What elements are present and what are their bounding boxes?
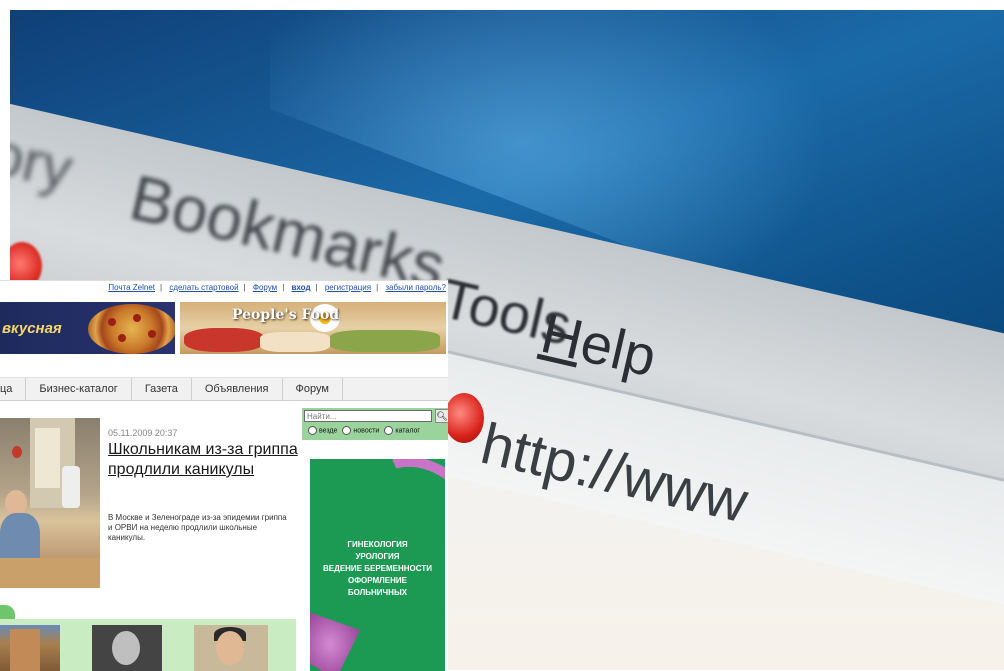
search-scope-everywhere[interactable]: везде	[308, 426, 337, 435]
link-login[interactable]: вход	[292, 283, 311, 292]
main-nav: ца Бизнес-каталог Газета Объявления Фору…	[0, 377, 448, 401]
ribbon-decoration	[361, 459, 445, 544]
banner-pizza[interactable]: вкусная	[0, 302, 175, 354]
search-scope-options: везде новости каталог	[308, 426, 448, 435]
thumbnail-portrait-2[interactable]	[194, 625, 268, 671]
section-tab[interactable]	[0, 605, 15, 619]
search-scope-catalog[interactable]: каталог	[384, 426, 420, 435]
search-icon[interactable]: 🔍︎	[435, 409, 448, 423]
medical-ad-banner[interactable]: ГИНЕКОЛОГИЯ УРОЛОГИЯ ВЕДЕНИЕ БЕРЕМЕННОСТ…	[310, 459, 445, 671]
pizza-image	[88, 304, 175, 354]
banner-logo-text: People's Food	[232, 307, 340, 323]
search-scope-news[interactable]: новости	[342, 426, 379, 435]
nav-item-newspaper[interactable]: Газета	[132, 378, 192, 400]
nav-item-forum[interactable]: Форум	[283, 378, 343, 400]
search-input[interactable]	[304, 410, 432, 422]
news-image[interactable]	[0, 418, 100, 588]
nav-item-ads[interactable]: Объявления	[192, 378, 283, 400]
search-panel: 🔍︎ везде новости каталог	[302, 408, 448, 440]
link-register[interactable]: регистрация	[325, 283, 371, 292]
bow-decoration	[310, 609, 360, 671]
news-body: В Москве и Зеленограде из-за эпидемии гр…	[108, 513, 287, 542]
news-date: 05.11.2009 20:37	[108, 428, 178, 438]
top-links: Почта Zelnet | сделать стартовой | Форум | …	[108, 283, 446, 292]
link-forum[interactable]: Форум	[253, 283, 277, 292]
stop-icon	[444, 393, 484, 443]
banner-peoples-food[interactable]: People's Food	[180, 302, 446, 354]
banner-pizza-text: вкусная	[2, 320, 62, 337]
link-mail[interactable]: Почта Zelnet	[108, 283, 155, 292]
nav-item-home[interactable]: ца	[0, 378, 27, 400]
thumbnail-building[interactable]	[0, 625, 60, 671]
nav-item-business-catalog[interactable]: Бизнес-каталог	[26, 378, 132, 400]
website-screenshot: Почта Zelnet | сделать стартовой | Форум | …	[0, 280, 448, 671]
link-forgot-password[interactable]: забыли пароль?	[385, 283, 446, 292]
news-title-link[interactable]: Школьникам из-за гриппа продлили каникул…	[108, 440, 298, 480]
link-make-start[interactable]: сделать стартовой	[169, 283, 238, 292]
thumbnail-portrait-1[interactable]	[92, 625, 162, 671]
ad-text: ГИНЕКОЛОГИЯ УРОЛОГИЯ ВЕДЕНИЕ БЕРЕМЕННОСТ…	[323, 540, 432, 597]
